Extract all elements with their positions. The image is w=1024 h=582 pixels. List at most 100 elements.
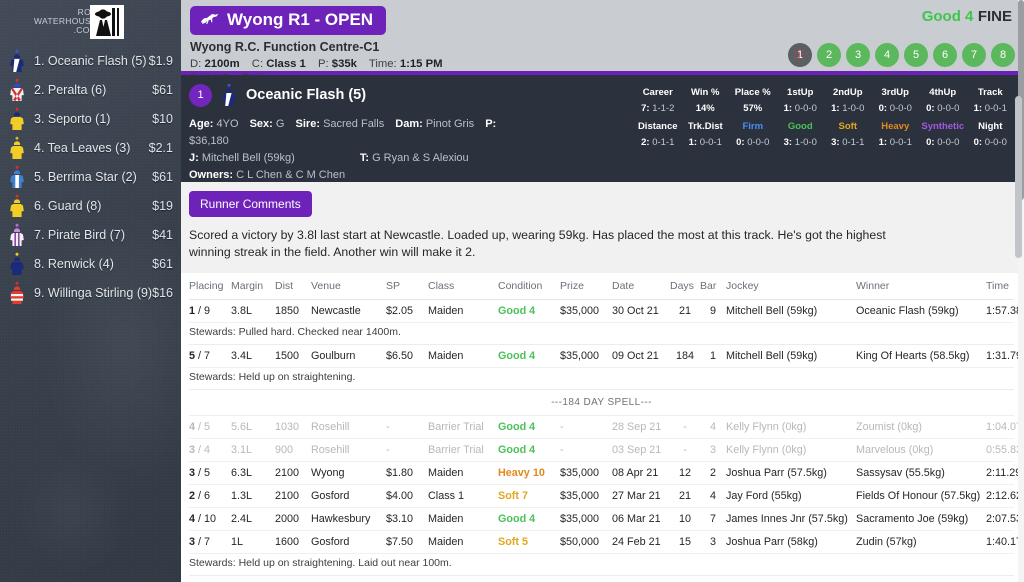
sidebar-runner-odds: $10 (152, 111, 173, 126)
race-title-text: Wyong R1 - OPEN (227, 10, 374, 29)
race-number-button-8[interactable]: 8 (991, 43, 1015, 67)
form-cell-placing: 4 / 5 (189, 415, 231, 439)
form-cell-time: 1:57.38 (986, 299, 1022, 323)
race-number-button-1[interactable]: 1 (788, 43, 812, 67)
form-table-row[interactable]: 3 / 7 1L 1600 Gosford $7.50 Maiden Soft 5 $50,0… (189, 530, 1022, 554)
stat-label: Track (977, 87, 1003, 98)
form-placing-field: / 5 (195, 421, 211, 433)
stat-label: 4thUp (929, 87, 957, 98)
form-cell-bar: 4 (700, 415, 726, 439)
runner-name[interactable]: Oceanic Flash (5) (246, 87, 366, 103)
form-cell-condition: Good 4 (498, 438, 560, 462)
form-cell-date: 30 Oct 21 (612, 299, 670, 323)
sidebar-runner-list: 1. Oceanic Flash (5) $1.9 2. Peralta (6) $6… (0, 43, 181, 307)
sidebar-runner-item[interactable]: 4. Tea Leaves (3) $2.1 (0, 133, 181, 162)
page-scrollbar-thumb[interactable] (1015, 96, 1022, 258)
main-scrollbar-track[interactable] (1018, 0, 1024, 582)
race-number-button-2[interactable]: 2 (817, 43, 841, 67)
form-cell-winner: Fields Of Honour (57.5kg) (856, 484, 986, 508)
stat-label-cell: Synthetic (919, 121, 967, 132)
form-cell-placing: 1 / 9 (189, 299, 231, 323)
form-col-header: Prize (560, 273, 612, 300)
sidebar-runner-item[interactable]: 3. Seporto (1) $10 (0, 104, 181, 133)
sidebar-runner-item[interactable]: 1. Oceanic Flash (5) $1.9 (0, 46, 181, 75)
form-cell-placing: 5 / 7 (189, 344, 231, 368)
form-cell-dist: 1030 (275, 415, 311, 439)
sidebar-runner-item[interactable]: 9. Willinga Stirling (9) $16 (0, 278, 181, 307)
race-number-button-5[interactable]: 5 (904, 43, 928, 67)
form-placing-field: / 10 (195, 513, 217, 525)
runner-prize-label: P: (485, 118, 497, 130)
stat-value-count: 0: (736, 137, 745, 148)
form-cell-margin: 3.1L (231, 438, 275, 462)
form-cell-margin: 1L (231, 530, 275, 554)
form-cell-venue: Rosehill (311, 438, 386, 462)
form-cell-condition: Good 4 (498, 299, 560, 323)
form-cell-winner: Zudin (57kg) (856, 530, 986, 554)
stats-row-1-values: 7: 1-1-2 14% 57% 1: 0-0-0 1: 1-0-0 0: 0-0-0 0:… (634, 98, 1014, 121)
form-table-row[interactable]: 1 / 9 3.8L 1850 Newcastle $2.05 Maiden Good 4 $… (189, 299, 1022, 323)
silk-icon (7, 165, 27, 189)
sidebar-runner-item[interactable]: 7. Pirate Bird (7) $41 (0, 220, 181, 249)
form-cell-jockey: Joshua Parr (57.5kg) (726, 461, 856, 485)
form-table-row[interactable]: 4 / 93.6L1500Hawkesbury$8.50MaidenSoft 5… (189, 575, 1022, 582)
time-label: Time: (368, 58, 397, 70)
sidebar-runner-label: 1. Oceanic Flash (5) (34, 53, 147, 68)
stat-value-cell: 1: 0-0-1 (682, 132, 730, 155)
form-cell-days: - (670, 415, 700, 439)
sidebar-runner-item[interactable]: 8. Renwick (4) $61 (0, 249, 181, 278)
stat-value-count: 3: (783, 137, 793, 148)
race-title-chip[interactable]: Wyong R1 - OPEN (190, 6, 387, 35)
form-table-row[interactable]: 4 / 10 2.4L 2000 Hawkesbury $3.10 Maiden Good … (189, 507, 1022, 531)
stat-label: Distance (637, 121, 678, 132)
stat-label: Synthetic (921, 121, 965, 132)
form-col-header: Condition (498, 273, 560, 300)
form-table-row[interactable]: 3 / 5 6.3L 2100 Wyong $1.80 Maiden Heavy 10 $35… (189, 461, 1021, 485)
sidebar-runner-label: 7. Pirate Bird (7) (34, 227, 126, 242)
form-cell-date: 28 Sep 21 (612, 415, 670, 439)
form-table-row[interactable]: 2 / 6 1.3L 2100 Gosford $4.00 Class 1 Soft 7 $3… (189, 484, 1022, 508)
stat-value-cell: 57% (729, 98, 777, 121)
form-table-row[interactable]: 3 / 4 3.1L 900 Rosehill - Barrier Trial Good 4… (189, 438, 1022, 462)
form-cell-bar: 7 (700, 507, 726, 531)
form-cell-days: 184 (670, 344, 700, 368)
stat-label-cell: Trk.Dist (682, 121, 730, 132)
race-number-button-4[interactable]: 4 (875, 43, 899, 67)
sidebar-runner-odds: $41 (152, 227, 173, 242)
trainer-label: T: (359, 152, 369, 164)
runner-jockey-row: J: Mitchell Bell (59kg) T: G Ryan & S Al… (189, 150, 539, 167)
form-cell-sp: $7.50 (386, 530, 428, 554)
form-cell-dist: 1500 (275, 575, 311, 582)
race-number-button-6[interactable]: 6 (933, 43, 957, 67)
runner-comments-button[interactable]: Runner Comments (189, 191, 312, 217)
form-cell-condition: Good 4 (498, 415, 560, 439)
form-cell-jockey: Jay Ford (55kg) (726, 484, 856, 508)
form-cell-prize: $35,000 (560, 344, 612, 368)
stats-row-2-labels: Distance Trk.Dist Firm Good Soft Heavy Synthet… (634, 121, 1014, 132)
site-logo[interactable]: ROB WATERHOUSE .COM (0, 0, 181, 43)
stat-value: 0: 0-0-0 (729, 137, 777, 148)
race-number-button-7[interactable]: 7 (962, 43, 986, 67)
runner-bio-row: Age: 4YO Sex: G Sire: Sacred Falls Dam: … (189, 116, 539, 150)
stat-value: 7: 1-1-2 (634, 103, 682, 114)
spell-divider-text: ---184 DAY SPELL--- (189, 389, 1014, 416)
stat-value: 14% (682, 103, 730, 114)
sidebar-runner-item[interactable]: 2. Peralta (6) $61 (0, 75, 181, 104)
stat-value-record: 1-0-0 (839, 103, 865, 114)
race-number-button-3[interactable]: 3 (846, 43, 870, 67)
form-cell-time: 1:31.79 (986, 344, 1022, 368)
form-cell-class: Class 1 (428, 484, 498, 508)
form-table-row[interactable]: 5 / 7 3.4L 1500 Goulburn $6.50 Maiden Good 4 $3… (189, 344, 1022, 368)
form-cell-jockey: Mitchell Bell (59kg) (726, 344, 856, 368)
sidebar-runner-label: 9. Willinga Stirling (9) (34, 285, 153, 300)
horse-racing-icon (200, 12, 220, 28)
track-condition-block: Good 4 FINE (922, 8, 1012, 26)
racing-logo-icon (90, 5, 124, 39)
sidebar-runner-item[interactable]: 6. Guard (8) $19 (0, 191, 181, 220)
silk-icon (7, 252, 27, 276)
spell-divider-row: ---184 DAY SPELL--- (189, 389, 1014, 416)
stat-value: 0: 0-0-0 (919, 103, 967, 114)
form-table-row[interactable]: 4 / 5 5.6L 1030 Rosehill - Barrier Trial Good … (189, 415, 1022, 439)
stewards-text: Stewards: Pulled hard. Checked near 1400… (189, 322, 1014, 345)
sidebar-runner-item[interactable]: 5. Berrima Star (2) $61 (0, 162, 181, 191)
